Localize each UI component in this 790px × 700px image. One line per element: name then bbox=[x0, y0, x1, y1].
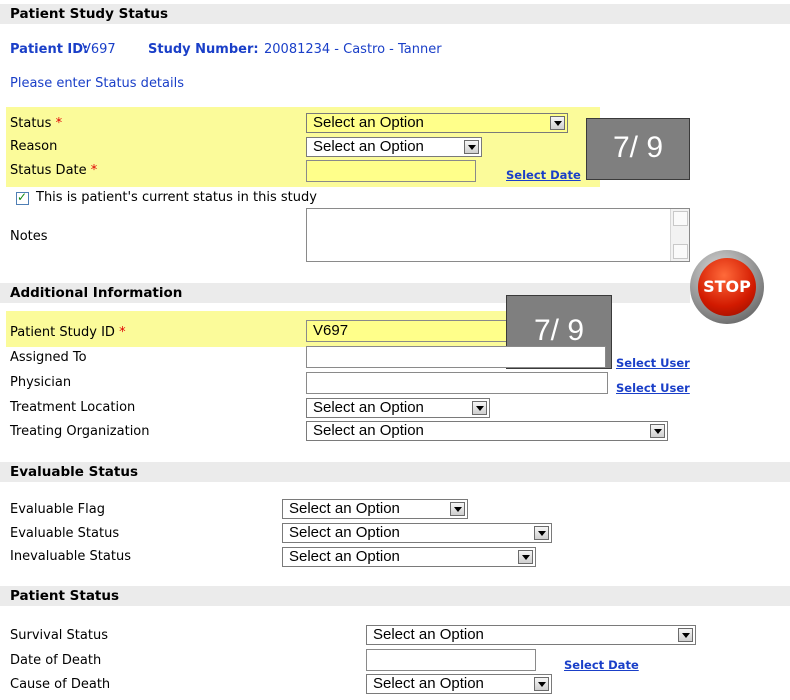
patient-study-id-label: Patient Study ID * bbox=[10, 325, 126, 340]
current-status-label: This is patient's current status in this… bbox=[36, 190, 317, 205]
date-of-death-label: Date of Death bbox=[10, 653, 102, 668]
select-date-link[interactable]: Select Date bbox=[506, 168, 590, 182]
physician-input[interactable] bbox=[306, 372, 608, 394]
patient-study-id-input[interactable]: V697 bbox=[306, 320, 512, 342]
evaluable-status-label: Evaluable Status bbox=[10, 526, 120, 541]
stop-sign-icon: STOP bbox=[690, 250, 764, 324]
select-user-link-physician[interactable]: Select User bbox=[616, 381, 690, 395]
chevron-down-icon[interactable] bbox=[678, 628, 693, 642]
assigned-to-label: Assigned To bbox=[10, 350, 87, 365]
treatment-location-select[interactable]: Select an Option bbox=[306, 398, 490, 418]
treating-organization-select[interactable]: Select an Option bbox=[306, 421, 668, 441]
evaluable-status-select[interactable]: Select an Option bbox=[282, 523, 552, 543]
survival-status-label: Survival Status bbox=[10, 628, 108, 643]
select-date-link-death[interactable]: Select Date bbox=[564, 658, 639, 672]
status-date-input[interactable] bbox=[306, 160, 476, 182]
physician-label: Physician bbox=[10, 375, 72, 390]
notes-label: Notes bbox=[10, 229, 48, 244]
patient-id-label: Patient ID: bbox=[10, 42, 89, 57]
status-date-label: Status Date * bbox=[10, 163, 98, 178]
chevron-down-icon[interactable] bbox=[450, 502, 465, 516]
survival-status-select[interactable]: Select an Option bbox=[366, 625, 696, 645]
select-user-link[interactable]: Select User bbox=[616, 356, 690, 370]
chevron-down-icon[interactable] bbox=[518, 550, 533, 564]
patient-id-value: V697 bbox=[82, 42, 116, 57]
instruction-text: Please enter Status details bbox=[10, 76, 184, 91]
notes-scrollbar[interactable] bbox=[670, 209, 689, 261]
chevron-down-icon[interactable] bbox=[534, 677, 549, 691]
study-number-value: 20081234 - Castro - Tanner bbox=[264, 42, 442, 57]
status-label: Status * bbox=[10, 116, 63, 131]
page-counter-overlay: 7/ 9 bbox=[586, 118, 690, 180]
stop-sign-text: STOP bbox=[703, 277, 751, 296]
chevron-down-icon[interactable] bbox=[464, 140, 479, 154]
section-header-patient-study-status: Patient Study Status bbox=[0, 4, 790, 24]
evaluable-flag-select[interactable]: Select an Option bbox=[282, 499, 468, 519]
status-select[interactable]: Select an Option bbox=[306, 113, 568, 133]
chevron-down-icon[interactable] bbox=[650, 424, 665, 438]
chevron-down-icon[interactable] bbox=[534, 526, 549, 540]
study-number-label: Study Number: bbox=[148, 42, 259, 57]
assigned-to-input[interactable] bbox=[306, 346, 606, 368]
reason-select[interactable]: Select an Option bbox=[306, 137, 482, 157]
notes-textarea[interactable] bbox=[306, 208, 690, 262]
section-header-evaluable-status: Evaluable Status bbox=[0, 462, 790, 482]
inevaluable-status-select[interactable]: Select an Option bbox=[282, 547, 536, 567]
chevron-down-icon[interactable] bbox=[472, 401, 487, 415]
treating-organization-label: Treating Organization bbox=[10, 424, 150, 439]
chevron-down-icon[interactable] bbox=[550, 116, 565, 130]
treatment-location-label: Treatment Location bbox=[10, 400, 136, 415]
cause-of-death-label: Cause of Death bbox=[10, 677, 111, 692]
date-of-death-input[interactable] bbox=[366, 649, 536, 671]
inevaluable-status-label: Inevaluable Status bbox=[10, 549, 131, 564]
evaluable-flag-label: Evaluable Flag bbox=[10, 502, 105, 517]
scroll-up-icon[interactable] bbox=[673, 211, 688, 226]
current-status-checkbox[interactable] bbox=[16, 190, 29, 205]
cause-of-death-select[interactable]: Select an Option bbox=[366, 674, 552, 694]
section-header-patient-status: Patient Status bbox=[0, 586, 790, 606]
reason-label: Reason bbox=[10, 139, 58, 154]
scroll-down-icon[interactable] bbox=[673, 244, 688, 259]
